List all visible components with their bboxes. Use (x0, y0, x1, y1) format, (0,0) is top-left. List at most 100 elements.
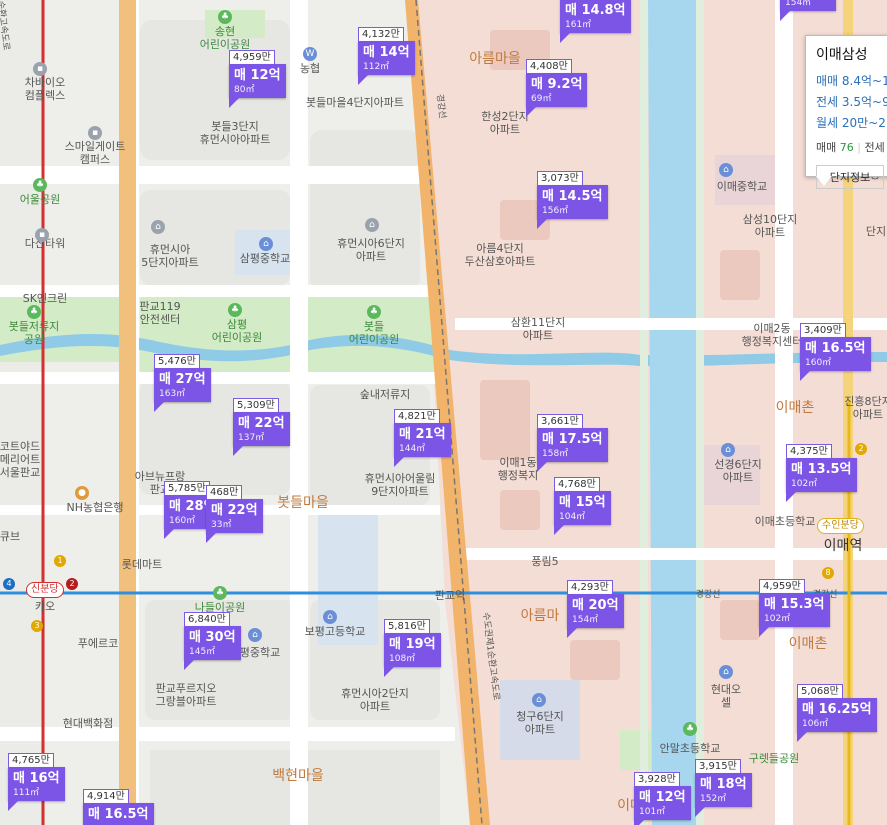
marker-body[interactable]: 매 18억 152㎡ (695, 773, 752, 807)
park-pin-icon: ♣ (213, 586, 227, 600)
area-label: 봇들마을 (277, 495, 329, 511)
bank-pin-icon: W (303, 47, 317, 61)
marker-body[interactable]: 매 12억 101㎡ (634, 786, 691, 820)
place-label[interactable]: NH농협은행 (67, 501, 124, 514)
marker-body[interactable]: 매 15.3억 102㎡ (759, 593, 830, 627)
place-label[interactable]: 판교역 (435, 589, 465, 602)
place-label[interactable]: 청구6단지 아파트 (516, 710, 563, 736)
marker-body[interactable]: 매 15억 104㎡ (554, 491, 611, 525)
marker-body[interactable]: 매 21억 144㎡ (394, 423, 451, 457)
school-pin-icon: ⌂ (248, 628, 262, 642)
place-label[interactable]: 평중학교 (240, 646, 280, 659)
place-label[interactable]: 휴먼시아 5단지아파트 (141, 243, 199, 269)
place-label[interactable]: 차바이오 컴플렉스 (25, 76, 65, 102)
place-label[interactable]: 봇들저류지 공원 (9, 320, 60, 346)
marker-price-per-area: 4,914만 (83, 789, 129, 804)
station-badge-sinbundang[interactable]: 신분당 (26, 582, 64, 598)
place-label[interactable]: 이매중학교 (717, 180, 768, 193)
place-label[interactable]: 휴먼시아어울림 9단지아파트 (365, 472, 436, 498)
area-label: 이매촌 (788, 636, 828, 652)
place-label[interactable]: 풍림5 (531, 555, 558, 568)
apartment-pin-icon: ⌂ (365, 218, 379, 232)
place-label[interactable]: 봇들마을4단지아파트 (306, 96, 404, 109)
marker-body[interactable]: 매 22억 33㎡ (206, 499, 263, 533)
marker-body[interactable]: 매 20억 154㎡ (567, 594, 624, 628)
building-pin-icon: ▪ (33, 62, 47, 76)
marker-sale-price: 매 16.5억 (805, 341, 866, 356)
place-label[interactable]: 휴먼시아6단지 아파트 (337, 237, 405, 263)
marker-tail (184, 660, 194, 670)
place-label[interactable]: 삼평중학교 (240, 252, 291, 265)
place-label[interactable]: 숲내저류지 (360, 388, 411, 401)
place-label[interactable]: 어울공원 (20, 193, 60, 206)
basemap (0, 0, 887, 825)
place-label[interactable]: 코트야드 메리어트 서울판교 (0, 440, 40, 479)
marker-tail (8, 801, 18, 811)
place-label[interactable]: 푸에르코 (78, 637, 118, 650)
place-label[interactable]: 카오 (35, 600, 55, 613)
marker-body[interactable]: 매 14.8억 161㎡ (560, 0, 631, 33)
marker-price-per-area: 5,816만 (384, 619, 430, 634)
park-pin-icon: ♣ (27, 305, 41, 319)
marker-body[interactable]: 매 16.5억 (83, 803, 154, 825)
place-label[interactable]: 판교푸르지오 그랑블아파트 (156, 682, 217, 708)
place-label[interactable]: 봇들 어린이공원 (349, 320, 400, 346)
marker-price-per-area: 4,375만 (786, 444, 832, 459)
marker-sale-price: 매 15.3억 (764, 597, 825, 612)
marker-body[interactable]: 매 22억 137㎡ (233, 412, 290, 446)
station-badge-suinbundang[interactable]: 수인분당 (817, 518, 864, 534)
place-label[interactable]: 삼평 어린이공원 (212, 318, 263, 344)
place-label[interactable]: 구렛들공원 (749, 752, 800, 765)
place-label[interactable]: 안말초등학교 (660, 742, 721, 755)
marker-body[interactable]: 매 19억 108㎡ (384, 633, 441, 667)
place-label[interactable]: 한성2단지 아파트 (481, 110, 528, 136)
marker-body[interactable]: 매 27억 163㎡ (154, 368, 211, 402)
marker-body[interactable]: 매 13.5억 102㎡ (786, 458, 857, 492)
marker-body[interactable]: 매 9.2억 69㎡ (526, 73, 588, 107)
place-label[interactable]: SK엔크린 (23, 292, 68, 305)
marker-body[interactable]: 154㎡ (780, 0, 836, 11)
place-label[interactable]: 휴먼시아2단지 아파트 (341, 687, 409, 713)
place-label[interactable]: 보평고등학교 (305, 625, 366, 638)
place-label[interactable]: 판교119 안전센터 (139, 300, 180, 326)
place-label[interactable]: 큐브 (0, 530, 20, 543)
marker-body[interactable]: 매 16억 111㎡ (8, 767, 65, 801)
area-label: 백현마을 (272, 768, 324, 784)
place-label[interactable]: 선경6단지 아파트 (714, 458, 761, 484)
marker-price-per-area: 5,785만 (164, 481, 210, 496)
marker-price-per-area: 4,408만 (526, 59, 572, 74)
place-label[interactable]: 단지 (866, 225, 886, 238)
marker-body[interactable]: 매 14억 112㎡ (358, 41, 415, 75)
marker-tail (384, 667, 394, 677)
marker-body[interactable]: 매 16.5억 160㎡ (800, 337, 871, 371)
marker-body[interactable]: 매 16.25억 106㎡ (797, 698, 877, 732)
place-label[interactable]: 농협 (300, 62, 320, 75)
place-label[interactable]: 진흥8단지 아파트 (844, 395, 887, 421)
place-label[interactable]: 현대오 셀 (711, 683, 741, 709)
marker-body[interactable]: 매 30억 145㎡ (184, 626, 241, 660)
place-label[interactable]: 스마일게이트 캠퍼스 (65, 140, 126, 166)
place-label[interactable]: 이매초등학교 (755, 515, 816, 528)
map-canvas[interactable]: 아름마을 봇들마을 백현마을 아름마 이매촌 이매촌 이매역 이매 송현 어린이공원 농협 차바이… (0, 0, 887, 825)
place-label[interactable]: 삼환11단지 아파트 (511, 316, 565, 342)
place-label[interactable]: 롯데마트 (122, 558, 162, 571)
place-label[interactable]: 삼성10단지 아파트 (743, 213, 797, 239)
marker-tail (358, 75, 368, 85)
place-label[interactable]: 이매2동 행정복지센터 (742, 322, 803, 348)
marker-body[interactable]: 매 17.5억 158㎡ (537, 428, 608, 462)
line-number-icon: 2 (855, 443, 867, 455)
place-label[interactable]: 송현 어린이공원 (200, 25, 251, 51)
marker-floor-area: 108㎡ (389, 654, 416, 664)
place-label[interactable]: 현대백화점 (63, 717, 114, 730)
marker-sale-price: 매 14.8억 (565, 3, 626, 18)
marker-body[interactable]: 매 14.5억 156㎡ (537, 185, 608, 219)
place-label[interactable]: 이매1동 행정복지 (498, 456, 538, 482)
complex-info-popup[interactable]: 이매삼성 매매 8.4억~1 전세 3.5억~9 월세 20만~2 매매 76 … (805, 35, 887, 189)
marker-price-per-area: 3,928만 (634, 772, 680, 787)
popup-listing-counts: 매매 76 | 전세 (806, 133, 887, 159)
school-pin-icon: ⌂ (719, 163, 733, 177)
place-label[interactable]: 아름4단지 두산삼호아파트 (465, 242, 536, 268)
marker-body[interactable]: 매 12억 80㎡ (229, 64, 286, 98)
marker-price-per-area: 3,409만 (800, 323, 846, 338)
place-label[interactable]: 봇들3단지 휴먼시아아파트 (200, 120, 271, 146)
